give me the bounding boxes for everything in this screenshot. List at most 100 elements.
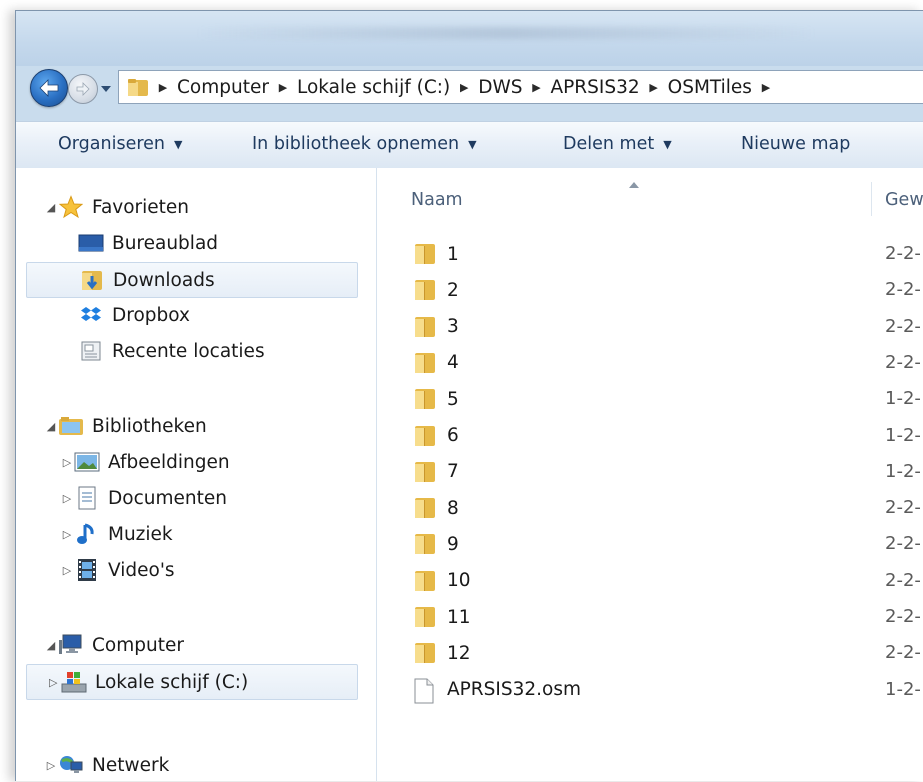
include-library-button[interactable]: In bibliotheek opnemen ▼ (252, 134, 477, 154)
file-name: 2 (447, 279, 459, 301)
video-film-icon (74, 558, 100, 582)
expand-triangle-icon[interactable]: ▷ (44, 759, 58, 772)
folder-row[interactable]: 7 (413, 456, 459, 488)
date-modified: 1-2- (885, 460, 921, 482)
tree-item-label: Muziek (108, 523, 173, 545)
organize-button[interactable]: Organiseren ▼ (58, 134, 182, 154)
tree-item-network[interactable]: ▷ Netwerk (44, 748, 170, 782)
forward-arrow-icon (76, 82, 90, 96)
tree-item-documents[interactable]: ▷ Documenten (60, 481, 227, 515)
column-header-modified[interactable]: Gew (885, 190, 923, 210)
tree-item-local-disk[interactable]: ▷ Lokale schijf (C:) (26, 664, 358, 700)
column-separator[interactable] (871, 182, 872, 216)
tree-item-label: Bibliotheken (92, 415, 207, 437)
folder-row[interactable]: 5 (413, 383, 459, 415)
breadcrumb-dws[interactable]: DWS (478, 77, 522, 98)
pictures-icon (74, 450, 100, 474)
tree-item-label: Computer (92, 634, 184, 656)
folder-row[interactable]: 10 (413, 565, 471, 597)
collapse-triangle-icon[interactable]: ◢ (44, 201, 58, 214)
file-name: APRSIS32.osm (447, 679, 582, 701)
breadcrumb-computer[interactable]: Computer (177, 77, 269, 98)
folder-row[interactable]: 8 (413, 492, 459, 524)
folder-row[interactable]: 11 (413, 601, 471, 633)
expand-triangle-icon[interactable]: ▷ (27, 676, 61, 689)
breadcrumb-osmtiles[interactable]: OSMTiles (668, 77, 752, 98)
tree-item-dropbox[interactable]: Dropbox (64, 298, 190, 332)
file-icon (413, 678, 437, 704)
content-area: ◢ Favorieten Bureaublad Downloads Dropbo… (16, 168, 923, 781)
folder-row[interactable]: 3 (413, 311, 459, 343)
folder-icon (413, 278, 437, 302)
folder-icon (413, 532, 437, 556)
tree-item-label: Lokale schijf (C:) (95, 671, 249, 693)
tree-item-libraries[interactable]: ◢ Bibliotheken (44, 409, 207, 443)
chevron-right-icon[interactable]: ▶ (153, 81, 173, 94)
chevron-right-icon[interactable]: ▶ (273, 81, 293, 94)
date-modified: 2-2- (885, 533, 921, 555)
expand-triangle-icon[interactable]: ▷ (60, 564, 74, 577)
expand-triangle-icon[interactable]: ▷ (60, 456, 74, 469)
tree-item-videos[interactable]: ▷ Video's (60, 553, 175, 587)
back-button[interactable] (30, 69, 68, 107)
file-row[interactable]: APRSIS32.osm (413, 674, 581, 706)
folder-icon (413, 605, 437, 629)
tree-item-label: Dropbox (112, 304, 190, 326)
tree-item-downloads[interactable]: Downloads (26, 262, 358, 298)
share-with-button[interactable]: Delen met ▼ (563, 134, 672, 154)
breadcrumb-local-disk[interactable]: Lokale schijf (C:) (297, 77, 450, 98)
tree-item-desktop[interactable]: Bureaublad (64, 226, 218, 260)
dropdown-caret-icon: ▼ (663, 137, 672, 151)
navigation-pane: ◢ Favorieten Bureaublad Downloads Dropbo… (16, 168, 377, 781)
tree-item-pictures[interactable]: ▷ Afbeeldingen (60, 445, 230, 479)
collapse-triangle-icon[interactable]: ◢ (44, 639, 58, 652)
folder-row[interactable]: 4 (413, 347, 459, 379)
chevron-right-icon[interactable]: ▶ (526, 81, 546, 94)
tree-item-recent[interactable]: Recente locaties (64, 334, 265, 368)
expand-triangle-icon[interactable]: ▷ (60, 492, 74, 505)
breadcrumb-aprsis32[interactable]: APRSIS32 (550, 77, 639, 98)
folder-row[interactable]: 1 (413, 238, 459, 270)
folder-row[interactable]: 12 (413, 637, 471, 669)
chevron-right-icon[interactable]: ▶ (454, 81, 474, 94)
local-disk-icon (61, 670, 87, 694)
date-modified: 2-2- (885, 279, 921, 301)
folder-icon (413, 641, 437, 665)
folder-row[interactable]: 6 (413, 420, 459, 452)
organize-label: Organiseren (58, 134, 165, 154)
file-name: 10 (447, 570, 471, 592)
folder-icon (413, 242, 437, 266)
desktop-icon (78, 231, 104, 255)
collapse-triangle-icon[interactable]: ◢ (44, 420, 58, 433)
date-modified: 2-2- (885, 243, 921, 264)
folder-icon (413, 496, 437, 520)
new-folder-button[interactable]: Nieuwe map (741, 134, 850, 154)
documents-icon (74, 486, 100, 510)
expand-triangle-icon[interactable]: ▷ (60, 528, 74, 541)
file-name: 1 (447, 243, 459, 265)
column-header-name[interactable]: Naam (411, 190, 463, 210)
folder-icon (127, 77, 149, 97)
tree-item-label: Afbeeldingen (108, 451, 230, 473)
tree-item-favorites[interactable]: ◢ Favorieten (44, 190, 189, 224)
tree-item-label: Recente locaties (112, 340, 265, 362)
file-name: 12 (447, 642, 471, 664)
tree-item-computer[interactable]: ◢ Computer (44, 628, 184, 662)
tree-item-label: Bureaublad (112, 232, 219, 254)
recent-places-icon (78, 339, 104, 363)
chevron-right-icon[interactable]: ▶ (644, 81, 664, 94)
file-name: 5 (447, 388, 459, 410)
chevron-right-icon[interactable]: ▶ (756, 81, 776, 94)
tree-item-music[interactable]: ▷ Muziek (60, 517, 173, 551)
folder-row[interactable]: 2 (413, 274, 459, 306)
tree-item-label: Documenten (108, 487, 227, 509)
address-bar[interactable]: ▶ Computer ▶ Lokale schijf (C:) ▶ DWS ▶ … (118, 70, 923, 104)
folder-icon (413, 351, 437, 375)
libraries-icon (58, 414, 84, 438)
navigation-row: ▶ Computer ▶ Lokale schijf (C:) ▶ DWS ▶ … (16, 67, 923, 109)
date-modified: 2-2- (885, 569, 921, 591)
new-folder-label: Nieuwe map (741, 134, 851, 154)
folder-row[interactable]: 9 (413, 528, 459, 560)
recent-pages-dropdown-icon[interactable] (100, 82, 112, 94)
forward-button[interactable] (68, 74, 98, 104)
